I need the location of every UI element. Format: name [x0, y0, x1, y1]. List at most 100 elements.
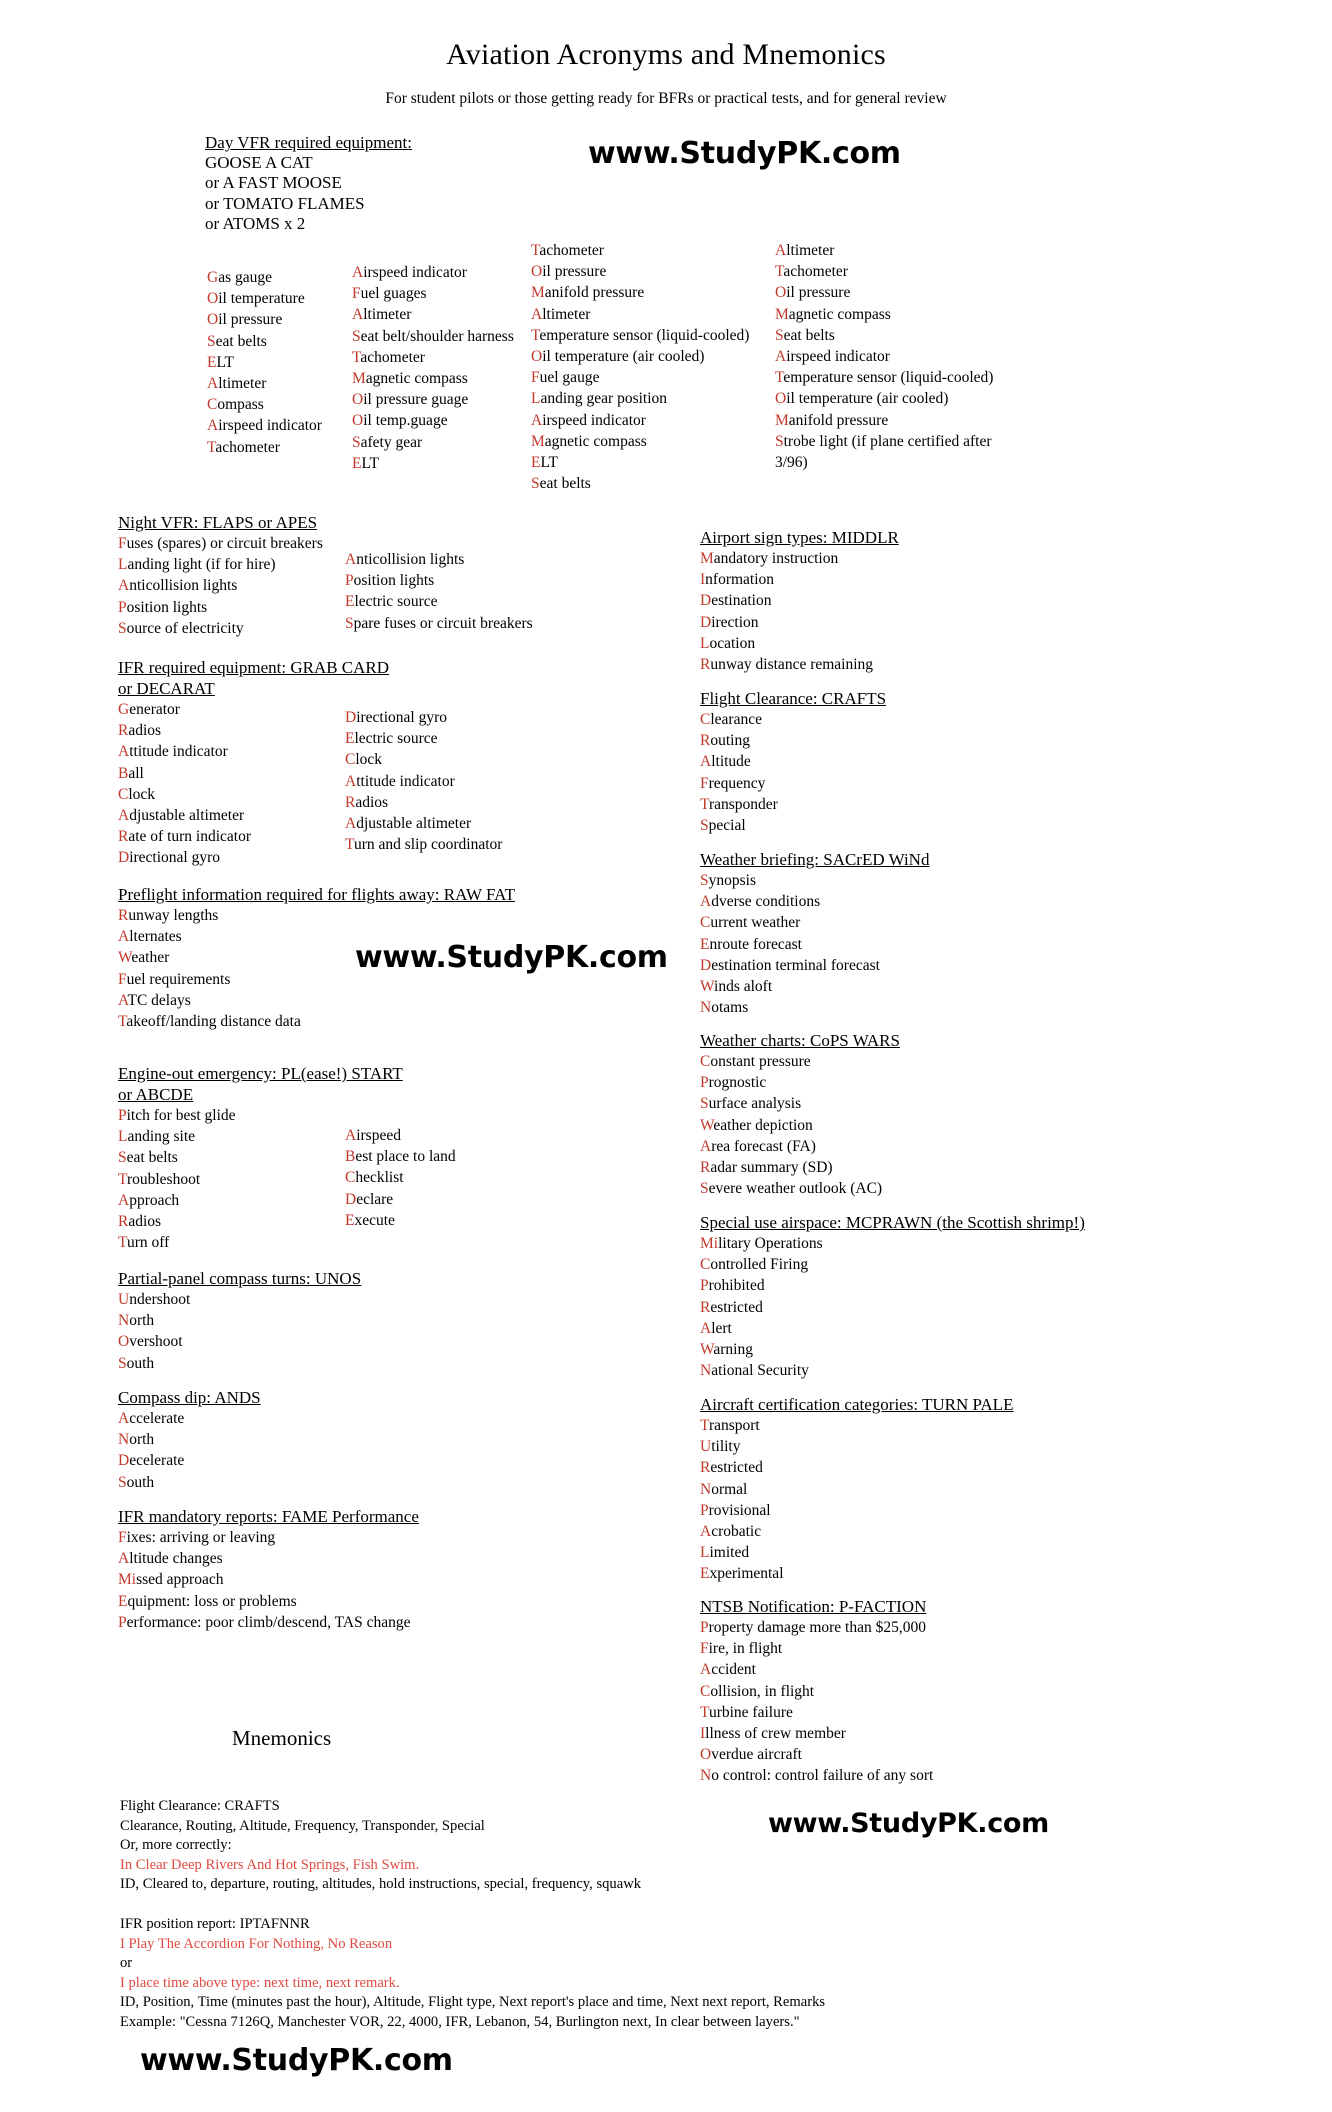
mnemonic-initial: P: [118, 1613, 127, 1631]
list-item: North: [118, 1429, 261, 1450]
list-item: ATC delays: [118, 990, 515, 1011]
mnemonic-text: ate of turn indicator: [128, 828, 252, 846]
mnemonic-text: ormal: [711, 1480, 748, 1498]
mnemonic-initial: T: [700, 1703, 709, 1721]
mnemonic-text: anifold pressure: [788, 411, 889, 429]
mnemonic-initial: F: [700, 774, 709, 792]
compass-dip-block: Compass dip: ANDS Accelerate North Deceler…: [118, 1387, 261, 1493]
mnemonic-text: o control: control failure of any sort: [711, 1767, 934, 1785]
mnemonic-text: lock: [128, 785, 156, 803]
mnemonic-initial: C: [700, 1053, 711, 1070]
ifr-equipment-col-decarat: Directional gyro Electric source Clock Atti…: [345, 707, 502, 855]
day-vfr-acronym-1: or A FAST MOOSE: [205, 173, 342, 193]
list-item: ELT: [352, 453, 514, 474]
mnemonic-text: pproach: [129, 1191, 180, 1209]
preflight-heading: Preflight information required for fligh…: [118, 885, 515, 904]
mnemonic-text: tility: [711, 1438, 741, 1456]
mnemonic-text: as gauge: [218, 269, 272, 286]
mnemonic-initial: A: [775, 348, 787, 366]
mnemonic-text: xecute: [354, 1211, 395, 1229]
list-item: Source of electricity: [118, 618, 323, 639]
list-item: Oil pressure: [775, 282, 1000, 303]
list-item: Adverse conditions: [700, 891, 929, 912]
mnemonic-text: agnetic compass: [544, 432, 647, 450]
mnemonic-text: imited: [709, 1544, 750, 1562]
mnemonic-initial: A: [118, 1410, 130, 1427]
mnemonic-initial: R: [118, 1213, 129, 1231]
mnemonic-text: uel guages: [360, 285, 427, 303]
mnemonic-initial: R: [700, 1459, 711, 1477]
mnemonic-text: ltimeter: [786, 242, 835, 259]
mnemonic-text: achometer: [783, 263, 848, 281]
mnemonic-text: outh: [126, 1354, 155, 1372]
ifr-equipment-heading-line1: IFR required equipment: GRAB CARD: [118, 658, 390, 677]
mnemonic-text: orth: [129, 1431, 155, 1449]
ifr-reports-list: Fixes: arriving or leaving Altitude chang…: [118, 1527, 419, 1633]
mnemonic-text: ttitude indicator: [129, 743, 228, 761]
iptafnnr-line-4-red: I place time above type: next time, next…: [120, 1974, 400, 1991]
list-item: Compass: [207, 394, 322, 415]
document-page: Aviation Acronyms and Mnemonics For stud…: [0, 0, 1332, 2112]
day-vfr-col-atoms-x-2: Altimeter Tachometer Oil pressure Magnetic …: [775, 240, 1000, 473]
mnemonic-text: urbine failure: [708, 1703, 793, 1721]
list-item: Winds aloft: [700, 976, 929, 997]
mnemonic-text: eather: [131, 949, 170, 967]
mnemonic-initial: A: [118, 807, 130, 825]
list-item: Airspeed indicator: [775, 346, 1000, 367]
mnemonic-initial: O: [531, 348, 543, 366]
mnemonic-text: verdue aircraft: [711, 1746, 802, 1764]
list-item: Anticollision lights: [118, 575, 323, 596]
page-subtitle: For student pilots or those getting read…: [385, 90, 947, 107]
list-item: Magnetic compass: [352, 368, 514, 389]
mnemonic-initial: P: [118, 1107, 127, 1124]
mnemonic-initial: C: [345, 751, 356, 769]
list-item: Altimeter: [775, 240, 1000, 261]
flight-clearance-heading: Flight Clearance: CRAFTS: [700, 689, 887, 708]
mnemonic-initial: S: [345, 614, 354, 632]
list-item: Prohibited: [700, 1275, 1085, 1296]
list-item: Clock: [345, 749, 502, 770]
mnemonic-text: ltitude: [711, 753, 751, 771]
mnemonic-initial: D: [118, 1452, 130, 1470]
mnemonic-initial: U: [700, 1438, 712, 1456]
list-item: Alternates: [118, 926, 515, 947]
mnemonic-text: irection: [711, 613, 759, 631]
list-item: Overdue aircraft: [700, 1744, 933, 1765]
mnemonic-text: outing: [710, 732, 750, 750]
iptafnnr-line-6: Example: "Cessna 7126Q, Manchester VOR, …: [120, 2013, 800, 2030]
list-item: Altimeter: [207, 373, 322, 394]
mnemonic-initial: B: [345, 1148, 356, 1166]
mnemonic-text: djustable altimeter: [356, 815, 472, 833]
mnemonic-text: pecial: [708, 817, 746, 835]
list-item: Limited: [700, 1542, 1013, 1563]
mnemonic-initial: R: [118, 828, 129, 846]
mnemonic-text: il temp.guage: [363, 412, 448, 430]
list-item: Oil temperature (air cooled): [531, 346, 749, 367]
list-item: Fuses (spares) or circuit breakers: [118, 533, 323, 554]
mnemonic-initial: S: [118, 1354, 127, 1372]
mnemonic-text: ire, in flight: [708, 1640, 783, 1658]
list-item: Provisional: [700, 1500, 1013, 1521]
mnemonic-text: all: [128, 764, 144, 782]
mnemonic-text: requency: [708, 774, 766, 792]
list-item: Seat belts: [531, 473, 749, 494]
mnemonic-text: ltimeter: [363, 306, 412, 324]
list-item: Turn and slip coordinator: [345, 834, 502, 855]
compass-dip-list: Accelerate North Decelerate South: [118, 1408, 261, 1493]
mnemonic-initial: R: [118, 907, 129, 924]
mnemonic-initial: P: [700, 1277, 709, 1295]
list-item: Utility: [700, 1436, 1013, 1457]
day-vfr-col-a-fast-moose: Airspeed indicator Fuel guages Altimeter Se…: [352, 262, 514, 474]
night-vfr-col-flaps: Fuses (spares) or circuit breakers Landin…: [118, 533, 323, 639]
mnemonic-initial: M: [352, 370, 366, 388]
list-item: Surface analysis: [700, 1093, 900, 1114]
mnemonic-text: estination: [711, 592, 772, 610]
list-item: Airspeed: [345, 1125, 456, 1146]
mnemonic-text: eat belt/shoulder harness: [360, 327, 514, 345]
list-item: Normal: [700, 1479, 1013, 1500]
list-item: Spare fuses or circuit breakers: [345, 613, 533, 634]
mnemonic-initial: A: [700, 1319, 712, 1337]
list-item: Best place to land: [345, 1146, 456, 1167]
mnemonic-initial: W: [700, 978, 715, 996]
list-item: Notams: [700, 997, 929, 1018]
